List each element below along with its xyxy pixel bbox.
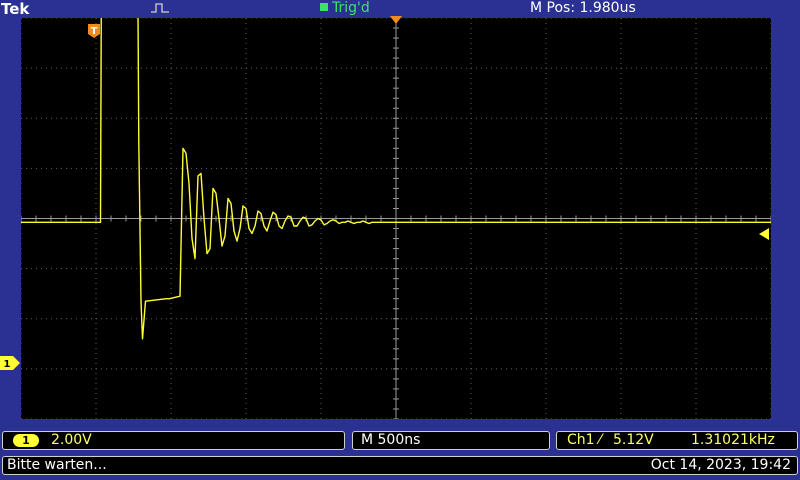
timebase-label: M 500ns [361,432,421,448]
trigger-level-marker-icon [759,228,769,240]
trigger-position-marker-icon: T [88,24,100,38]
waveform-display[interactable] [21,18,771,419]
trigger-status-text: Trig'd [332,0,370,16]
trigger-level: 5.12V [613,432,654,448]
status-bar: Bitte warten... Oct 14, 2023, 19:42 [2,456,798,475]
trigger-slope-icon: ⁄ [599,432,602,448]
timebase-readout[interactable]: M 500ns [352,431,550,450]
pulse-icon [151,3,169,13]
brand-label: Tek [1,0,30,18]
channel1-volts-per-div: 2.00V [51,432,92,448]
channel1-ground-marker-label: 1 [4,359,11,370]
waveform-plot [21,18,771,419]
channel1-ground-marker-icon: 1 [0,356,20,370]
trigger-readout[interactable]: Ch1 ⁄ 5.12V 1.31021kHz [556,431,798,450]
channel1-readout[interactable]: 1 2.00V [2,431,345,450]
status-datetime: Oct 14, 2023, 19:42 [650,457,791,473]
trigger-position-marker-label: T [91,26,98,37]
trigger-status: Trig'd [320,0,370,16]
horizontal-position-marker-icon [390,16,402,24]
horizontal-position: M Pos: 1.980us [530,0,636,16]
trigger-source: Ch1 [567,432,595,448]
status-message: Bitte warten... [7,457,107,473]
channel1-badge: 1 [13,434,39,447]
trigger-frequency: 1.31021kHz [691,432,775,448]
